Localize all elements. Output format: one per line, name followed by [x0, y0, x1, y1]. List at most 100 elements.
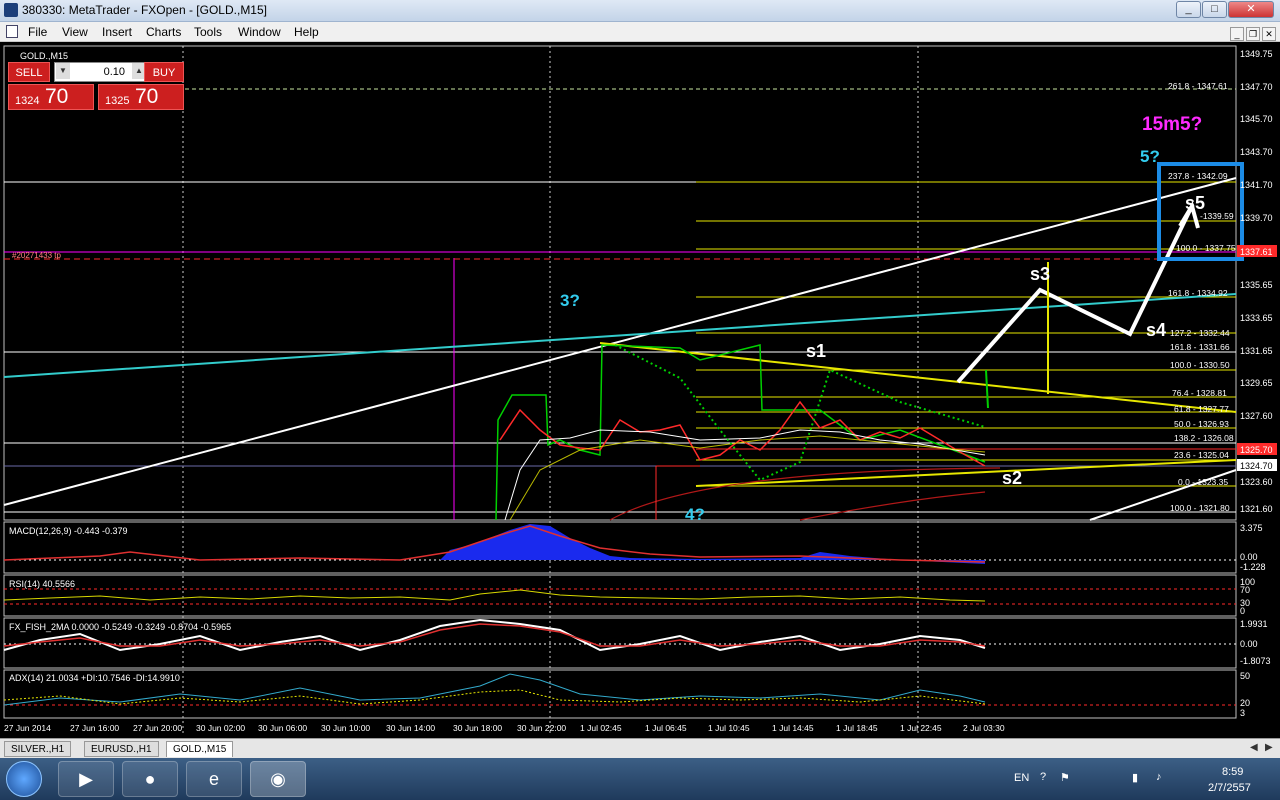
time-tick: 1 Jul 22:45	[900, 723, 942, 733]
title-bar: 380330: MetaTrader - FXOpen - [GOLD.,M15…	[0, 0, 1280, 22]
time-tick: 1 Jul 18:45	[836, 723, 878, 733]
price-tick: 1347.70	[1240, 82, 1273, 92]
price-tick: 1335.65	[1240, 280, 1273, 290]
fish-axis: 0.00	[1240, 639, 1258, 649]
s3-label: s3	[1030, 264, 1050, 284]
macd-axis: 0.00	[1240, 552, 1258, 562]
sell-button[interactable]: SELL	[8, 62, 50, 82]
price-tick: 1329.65	[1240, 378, 1273, 388]
time-tick: 30 Jun 10:00	[321, 723, 370, 733]
chart-window[interactable]: 1349.75 1347.70 1345.70 1343.70 1341.70 …	[0, 42, 1280, 738]
buy-price-small: 1325	[105, 95, 130, 107]
price-tick: 1349.75	[1240, 49, 1273, 59]
price-tick: 1333.65	[1240, 313, 1273, 323]
document-icon[interactable]	[6, 25, 18, 38]
time-tick: 27 Jun 20:00	[133, 723, 182, 733]
fib-label: 127.2 - 1332.44	[1170, 328, 1230, 338]
mdi-controls: _ ❐ ✕	[1228, 24, 1276, 42]
mdi-restore-button[interactable]: ❐	[1246, 27, 1260, 41]
price-tick: 1345.70	[1240, 114, 1273, 124]
wave-5-label: 5?	[1140, 147, 1160, 166]
minimize-button[interactable]: _	[1176, 1, 1201, 18]
fish-label: FX_FISH_2MA 0.0000 -0.5249 -0.3249 -0.87…	[9, 622, 231, 632]
time-tick: 30 Jun 22:00	[517, 723, 566, 733]
fib-label: 100.0 - 1330.50	[1170, 360, 1230, 370]
close-button[interactable]: ✕	[1228, 1, 1274, 18]
fib-label: 237.8 - 1342.09	[1168, 171, 1228, 181]
symbol-label: GOLD.,M15	[20, 51, 68, 61]
volume-icon[interactable]: ♪	[1156, 771, 1162, 783]
current-price-label: 1324.70	[1240, 461, 1273, 471]
price-tick: 1339.70	[1240, 213, 1273, 223]
fib-label: 0.0 - 1323.35	[1178, 477, 1228, 487]
price-tick: 1321.60	[1240, 504, 1273, 514]
clock-time[interactable]: 8:59	[1222, 766, 1243, 778]
time-tick: 2 Jul 03:30	[963, 723, 1005, 733]
wave-15m5-label: 15m5?	[1142, 114, 1202, 135]
one-click-trading-panel: SELL 0.10 ▼ ▲ BUY 1324 70 1325 70	[8, 62, 184, 110]
sell-price[interactable]: 1324 70	[8, 84, 94, 110]
tab-scroll-right-icon[interactable]: ▶	[1265, 742, 1273, 753]
tab-eurusd[interactable]: EURUSD.,H1	[84, 741, 159, 757]
tab-scroll-left-icon[interactable]: ◀	[1250, 742, 1258, 753]
clock-date[interactable]: 2/7/2557	[1208, 782, 1251, 794]
maximize-button[interactable]: □	[1202, 1, 1227, 18]
s1-label: s1	[806, 341, 826, 361]
fib-label: 23.6 - 1325.04	[1174, 450, 1229, 460]
mdi-minimize-button[interactable]: _	[1230, 27, 1244, 41]
menu-charts[interactable]: Charts	[146, 25, 181, 39]
window-title: 380330: MetaTrader - FXOpen - [GOLD.,M15…	[22, 3, 267, 17]
tab-silver[interactable]: SILVER.,H1	[4, 741, 72, 757]
chart-tabs: SILVER.,H1 EURUSD.,H1 GOLD.,M15 ◀ ▶	[0, 738, 1280, 758]
menu-insert[interactable]: Insert	[102, 25, 132, 39]
fish-axis: 1.9931	[1240, 619, 1268, 629]
price-tick: 1341.70	[1240, 180, 1273, 190]
menu-tools[interactable]: Tools	[194, 25, 222, 39]
rsi-axis: 70	[1240, 585, 1250, 595]
buy-price[interactable]: 1325 70	[98, 84, 184, 110]
taskbar: ▶ ● e ◉ EN ? ⚑ ▮ ♪ 8:59 2/7/2557	[0, 758, 1280, 800]
time-tick: 30 Jun 18:00	[453, 723, 502, 733]
media-player-icon[interactable]: ▶	[58, 761, 114, 797]
macd-label: MACD(12,26,9) -0.443 -0.379	[9, 526, 128, 536]
rsi-axis: 0	[1240, 606, 1245, 616]
menu-file[interactable]: File	[28, 25, 47, 39]
macd-axis: 3.375	[1240, 523, 1263, 533]
time-tick: 1 Jul 10:45	[708, 723, 750, 733]
mdi-close-button[interactable]: ✕	[1262, 27, 1276, 41]
fib-label: 161.8 - 1331.66	[1170, 342, 1230, 352]
time-tick: 30 Jun 02:00	[196, 723, 245, 733]
metatrader-icon[interactable]: ◉	[250, 761, 306, 797]
ie-icon[interactable]: e	[186, 761, 242, 797]
fib-label: 76.4 - 1328.81	[1172, 388, 1227, 398]
buy-price-big: 70	[135, 85, 159, 108]
chrome-icon[interactable]: ●	[122, 761, 178, 797]
tab-gold[interactable]: GOLD.,M15	[166, 741, 234, 757]
adx-axis: 3	[1240, 708, 1245, 718]
time-tick: 27 Jun 2014	[4, 723, 51, 733]
menu-window[interactable]: Window	[238, 25, 281, 39]
price-tick: 1327.60	[1240, 411, 1273, 421]
language-indicator[interactable]: EN	[1014, 772, 1029, 784]
flag-icon[interactable]: ⚑	[1060, 771, 1070, 784]
wave-3-label: 3?	[560, 291, 580, 310]
app-icon[interactable]	[4, 3, 18, 17]
lot-decrease-button[interactable]: ▼	[56, 63, 70, 79]
time-tick: 1 Jul 06:45	[645, 723, 687, 733]
price-chart[interactable]: 1349.75 1347.70 1345.70 1343.70 1341.70 …	[0, 42, 1280, 738]
menu-view[interactable]: View	[62, 25, 88, 39]
fish-axis: -1.8073	[1240, 656, 1271, 666]
time-tick: 27 Jun 16:00	[70, 723, 119, 733]
buy-button[interactable]: BUY	[144, 62, 184, 82]
start-icon[interactable]	[6, 761, 42, 797]
fib-label: 138.2 - 1326.08	[1174, 433, 1234, 443]
fib-label: 261.8 - 1347.61	[1168, 81, 1228, 91]
network-icon[interactable]: ▮	[1132, 771, 1138, 784]
help-icon[interactable]: ?	[1040, 771, 1046, 783]
price-tick: 1331.65	[1240, 346, 1273, 356]
rsi-label: RSI(14) 40.5566	[9, 579, 75, 589]
time-tick: 1 Jul 02:45	[580, 723, 622, 733]
price-tick: 1343.70	[1240, 147, 1273, 157]
adx-axis: 20	[1240, 698, 1250, 708]
menu-help[interactable]: Help	[294, 25, 319, 39]
